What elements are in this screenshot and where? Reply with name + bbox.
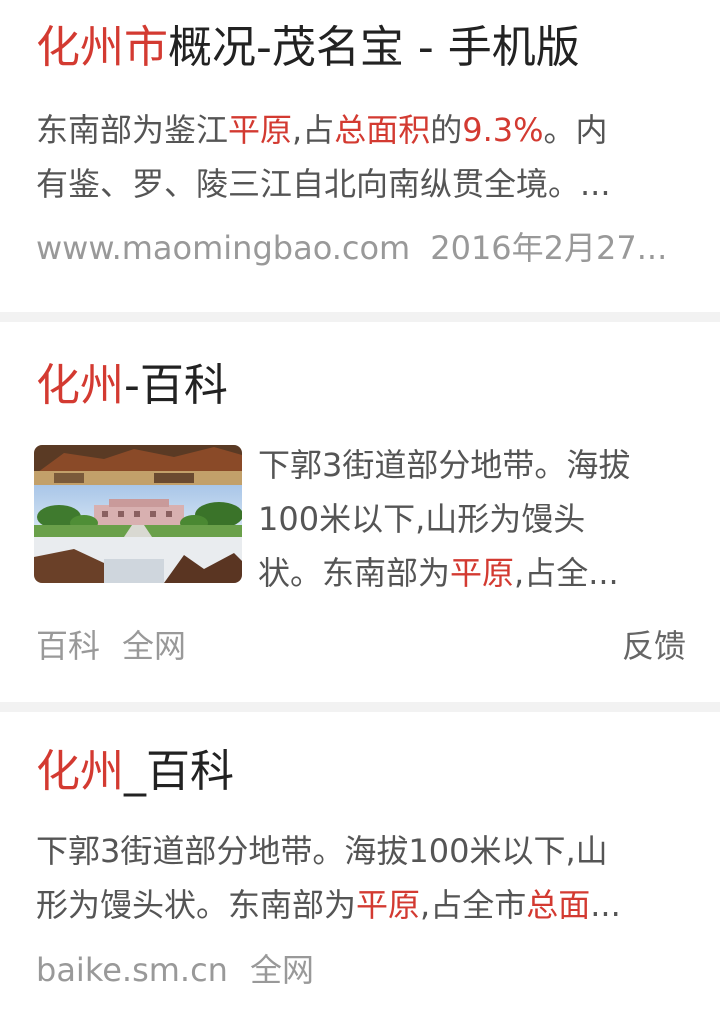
snippet-highlight: 平原 xyxy=(450,554,515,592)
result-title[interactable]: 化州市概况-茂名宝 - 手机版 xyxy=(36,20,580,76)
result-meta: 百科 全网 xyxy=(36,624,686,668)
snippet-highlight: 总面 xyxy=(526,886,591,924)
snippet-line: 100米以下,山形为馒头 xyxy=(258,500,586,538)
snippet-text: ,占全... xyxy=(514,554,619,592)
snippet-highlight: 平原 xyxy=(356,886,421,924)
snippet-line: 下郭3街道部分地带。海拔100米以下,山 xyxy=(36,832,608,870)
snippet-line: 下郭3街道部分地带。海拔 xyxy=(258,446,631,484)
result-snippet: 下郭3街道部分地带。海拔 100米以下,山形为馒头 状。东南部为平原,占全... xyxy=(258,438,678,600)
snippet-text: ... xyxy=(590,886,621,924)
source-tag: 百科 xyxy=(36,627,101,665)
result-meta: baike.sm.cn 全网 xyxy=(36,948,686,992)
feedback-button[interactable]: 反馈 xyxy=(622,624,686,668)
snippet-text: 状。东南部为 xyxy=(258,554,451,592)
result-snippet: 下郭3街道部分地带。海拔100米以下,山 形为馒头状。东南部为平原,占全市总面.… xyxy=(36,824,686,932)
snippet-text: 形为馒头状。东南部为 xyxy=(36,886,357,924)
snippet-highlight: 9.3% xyxy=(462,111,544,149)
result-title[interactable]: 化州_百科 xyxy=(36,744,234,800)
title-text: 概况-茂名宝 - 手机版 xyxy=(168,22,580,73)
scope-tag: 全网 xyxy=(249,951,314,989)
snippet-text: 东南部为鉴江 xyxy=(36,111,229,149)
source-url: www.maomingbao.com xyxy=(36,229,411,267)
title-highlight: 化州 xyxy=(36,746,124,797)
title-highlight: 化州市 xyxy=(36,22,168,73)
snippet-text: ,占 xyxy=(292,111,335,149)
snippet-highlight: 总面积 xyxy=(334,111,431,149)
result-thumbnail[interactable] xyxy=(34,445,242,583)
snippet-text: ,占全市 xyxy=(420,886,527,924)
result-meta: www.maomingbao.com 2016年2月27... xyxy=(36,226,686,270)
snippet-text: 的 xyxy=(430,111,463,149)
result-date: 2016年2月27... xyxy=(430,229,668,267)
result-title[interactable]: 化州-百科 xyxy=(36,358,228,414)
search-result-2[interactable]: 化州-百科 下郭3街道部分地带。海拔 100米以下,山形为馒头 状。东南部为平原… xyxy=(0,322,720,702)
title-text: _百科 xyxy=(124,746,234,797)
title-highlight: 化州 xyxy=(36,360,124,411)
snippet-text: 。内 xyxy=(543,111,608,149)
result-snippet: 东南部为鉴江平原,占总面积的9.3%。内 有鉴、罗、陵三江自北向南纵贯全境。..… xyxy=(36,103,676,211)
source-url: baike.sm.cn xyxy=(36,951,228,989)
search-result-1[interactable]: 化州市概况-茂名宝 - 手机版 东南部为鉴江平原,占总面积的9.3%。内 有鉴、… xyxy=(0,0,720,312)
snippet-line: 有鉴、罗、陵三江自北向南纵贯全境。... xyxy=(36,165,611,203)
thumbnail-image xyxy=(34,445,242,583)
search-result-3[interactable]: 化州_百科 下郭3街道部分地带。海拔100米以下,山 形为馒头状。东南部为平原,… xyxy=(0,712,720,1018)
snippet-highlight: 平原 xyxy=(228,111,293,149)
title-text: -百科 xyxy=(124,360,228,411)
scope-tag: 全网 xyxy=(122,627,187,665)
